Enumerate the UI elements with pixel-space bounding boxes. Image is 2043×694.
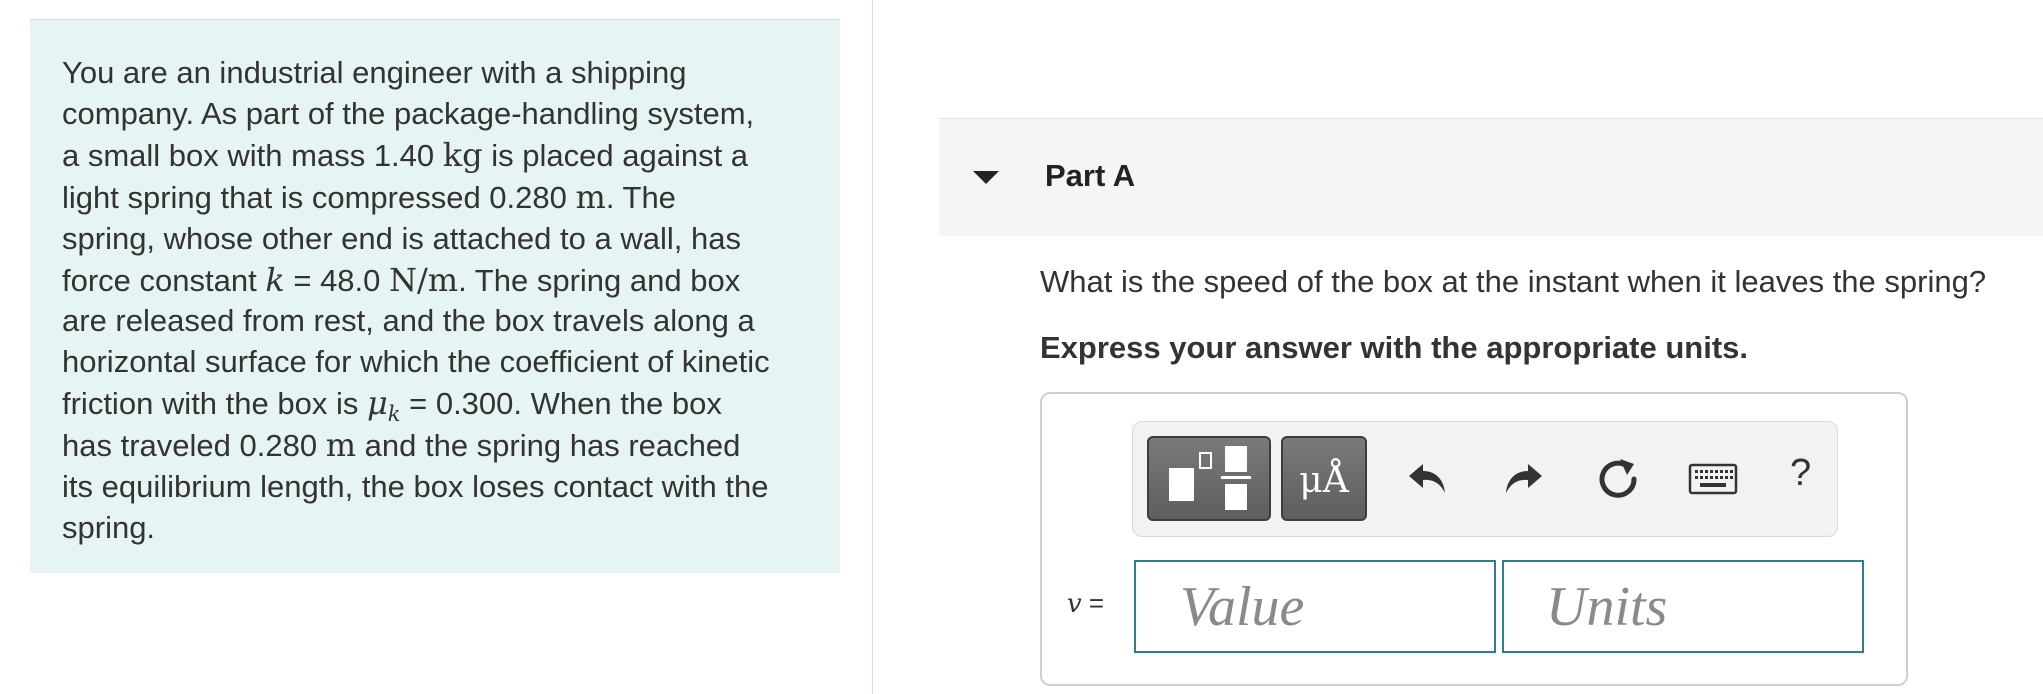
- math-symbol: kg: [442, 135, 483, 174]
- problem-text-segment: spring.: [62, 509, 156, 545]
- undo-icon[interactable]: [1404, 455, 1452, 503]
- problem-line: company. As part of the package-handling…: [62, 94, 832, 135]
- problem-statement-text: You are an industrial engineer with a sh…: [62, 53, 832, 549]
- problem-text-segment: company. As part of the package-handling…: [62, 95, 755, 131]
- problem-text-segment: has traveled 0.280: [62, 428, 326, 464]
- question-text: What is the speed of the box at the inst…: [1040, 264, 1987, 299]
- problem-text-segment: are released from rest, and the box trav…: [62, 303, 755, 339]
- problem-line: friction with the box is μk = 0.300. Whe…: [62, 383, 832, 425]
- problem-line: light spring that is compressed 0.280 m.…: [62, 177, 832, 219]
- problem-line: are released from rest, and the box trav…: [62, 301, 832, 342]
- problem-text-segment: light spring that is compressed 0.280: [62, 179, 576, 215]
- problem-line: You are an industrial engineer with a sh…: [62, 53, 832, 94]
- templates-button[interactable]: [1147, 436, 1271, 521]
- problem-text-segment: its equilibrium length, the box loses co…: [62, 469, 769, 505]
- templates-icon: [1149, 438, 1269, 519]
- math-symbol: k: [265, 260, 285, 299]
- problem-line: has traveled 0.280 m and the spring has …: [62, 425, 832, 467]
- problem-text-segment: = 0.300. When the box: [400, 386, 722, 422]
- part-title[interactable]: Part A: [1045, 158, 1135, 194]
- problem-text-segment: spring, whose other end is attached to a…: [62, 220, 741, 256]
- problem-text-segment: horizontal surface for which the coeffic…: [62, 344, 770, 380]
- units-input[interactable]: [1502, 560, 1864, 653]
- math-symbol-group: μk: [366, 384, 401, 425]
- problem-text-segment: = 48.0: [284, 262, 390, 298]
- math-symbol: m: [325, 426, 357, 465]
- equals-sign: =: [1081, 588, 1105, 618]
- instruction-text: Express your answer with the appropriate…: [1040, 330, 1749, 365]
- math-symbol: m: [575, 177, 606, 216]
- units-button-label: μÅ: [1299, 460, 1349, 501]
- reset-icon[interactable]: [1594, 455, 1642, 503]
- problem-text-segment: . The spring and box: [458, 262, 741, 298]
- math-subscript: k: [387, 402, 401, 427]
- problem-text-segment: friction with the box is: [62, 386, 367, 422]
- value-input[interactable]: [1134, 560, 1496, 653]
- variable-symbol: v: [1067, 589, 1082, 619]
- problem-text-segment: is placed against a: [482, 137, 749, 173]
- problem-line: a small box with mass 1.40 kg is placed …: [62, 135, 832, 177]
- problem-line: spring, whose other end is attached to a…: [62, 219, 832, 260]
- problem-text-segment: a small box with mass 1.40: [62, 137, 443, 173]
- help-icon[interactable]: ?: [1790, 452, 1811, 495]
- problem-line: force constant k = 48.0 N/m. The spring …: [62, 260, 832, 302]
- problem-text-segment: You are an industrial engineer with a sh…: [62, 55, 687, 90]
- problem-line: horizontal surface for which the coeffic…: [62, 342, 832, 383]
- column-divider: [872, 0, 873, 694]
- problem-line: spring.: [62, 508, 832, 549]
- collapse-triangle-icon[interactable]: [973, 171, 999, 184]
- problem-line: its equilibrium length, the box loses co…: [62, 467, 832, 508]
- redo-icon[interactable]: [1499, 455, 1547, 503]
- units-button[interactable]: μÅ: [1281, 436, 1367, 521]
- math-symbol: μ: [366, 384, 388, 423]
- keyboard-icon[interactable]: [1688, 459, 1738, 499]
- problem-text-segment: and the spring has reached: [356, 428, 741, 464]
- problem-text-segment: . The: [605, 179, 676, 215]
- problem-text-segment: force constant: [62, 262, 266, 298]
- answer-variable-label: v =: [1067, 588, 1104, 619]
- math-symbol: N/m: [389, 260, 459, 299]
